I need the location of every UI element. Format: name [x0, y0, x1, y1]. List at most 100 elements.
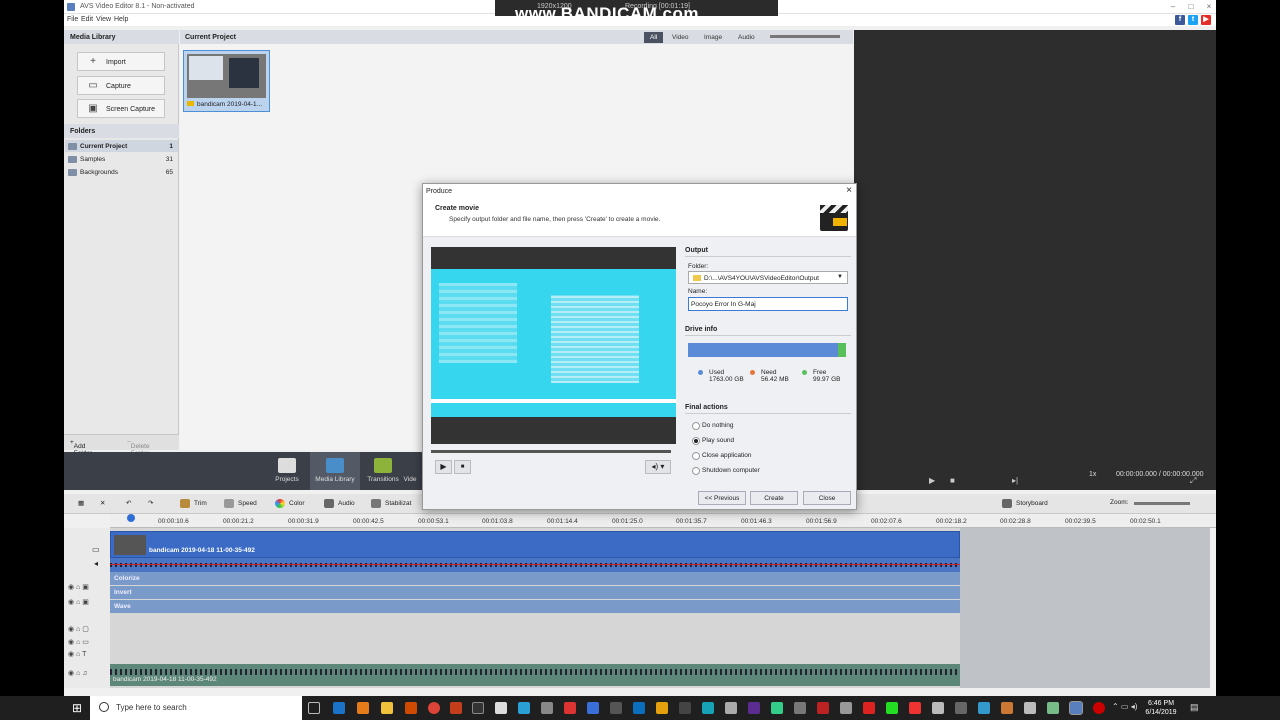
- windows-start-icon[interactable]: ⊞: [72, 701, 82, 715]
- app-icon[interactable]: [1024, 702, 1036, 714]
- app-icon[interactable]: [405, 702, 417, 714]
- app-icon[interactable]: [610, 702, 622, 714]
- effect-wave[interactable]: Wave: [110, 600, 960, 613]
- previous-button[interactable]: << Previous: [698, 491, 746, 505]
- trim-button[interactable]: Trim: [180, 499, 207, 508]
- notification-icon[interactable]: ▤: [1190, 702, 1199, 713]
- app-icon[interactable]: [587, 702, 599, 714]
- bandicam-icon[interactable]: [1093, 702, 1105, 714]
- media-library-button[interactable]: Media Library: [310, 452, 360, 490]
- app-icon[interactable]: [771, 702, 783, 714]
- audio-clip[interactable]: bandicam 2019-04-18 11-00-35-492: [110, 664, 960, 686]
- effect-invert[interactable]: Invert: [110, 586, 960, 599]
- speed-button[interactable]: Speed: [224, 499, 257, 508]
- close-button[interactable]: ×: [1204, 2, 1214, 12]
- app-icon[interactable]: [564, 702, 576, 714]
- menu-edit[interactable]: Edit: [81, 16, 93, 23]
- create-button[interactable]: Create: [750, 491, 798, 505]
- capture-button[interactable]: ▭ Capture: [77, 76, 165, 95]
- app-icon[interactable]: [817, 702, 829, 714]
- minimize-button[interactable]: –: [1168, 2, 1178, 12]
- app-icon[interactable]: [840, 702, 852, 714]
- filter-all[interactable]: All: [644, 32, 664, 43]
- maximize-button[interactable]: □: [1186, 2, 1196, 12]
- app-icon[interactable]: [1047, 702, 1059, 714]
- dialog-close-icon[interactable]: ×: [846, 185, 852, 196]
- delete-icon[interactable]: ✕: [100, 499, 105, 507]
- folder-backgrounds[interactable]: Backgrounds 65: [65, 166, 178, 178]
- video-clip[interactable]: bandicam 2019-04-18 11-00-35-492: [110, 531, 960, 558]
- app-icon[interactable]: [702, 702, 714, 714]
- media-thumbnail[interactable]: bandicam 2019-04-1...: [183, 50, 270, 112]
- avs-editor-icon[interactable]: [1069, 701, 1083, 715]
- radio-shutdown-computer[interactable]: Shutdown computer: [692, 467, 760, 475]
- preview-play-button[interactable]: ▶: [435, 460, 452, 474]
- file-name-input[interactable]: Pocoyo Error In G-Maj: [688, 297, 848, 311]
- app-icon[interactable]: [725, 702, 737, 714]
- preview-seekbar[interactable]: [431, 450, 671, 453]
- close-dialog-button[interactable]: Close: [803, 491, 851, 505]
- storyboard-button[interactable]: Storyboard: [1002, 499, 1048, 508]
- folder-samples[interactable]: Samples 31: [65, 153, 178, 165]
- menu-help[interactable]: Help: [114, 16, 128, 23]
- undo-icon[interactable]: ↶: [126, 499, 131, 507]
- audio-button[interactable]: Audio: [324, 499, 355, 508]
- stop-icon[interactable]: ■: [950, 476, 955, 485]
- app-icon[interactable]: [633, 702, 645, 714]
- radio-play-sound[interactable]: Play sound: [692, 437, 734, 445]
- edge-icon[interactable]: [333, 702, 345, 714]
- clip-audio-track[interactable]: [110, 558, 960, 572]
- grid-icon[interactable]: ▦: [78, 499, 84, 507]
- stabilization-button[interactable]: Stabilizat: [371, 499, 411, 508]
- app-icon[interactable]: [978, 702, 990, 714]
- task-view-icon[interactable]: [308, 702, 320, 714]
- tray-icons[interactable]: ⌃ ▭ ◂): [1112, 702, 1137, 711]
- app-icon[interactable]: [909, 702, 921, 714]
- app-icon[interactable]: [541, 702, 553, 714]
- output-folder-select[interactable]: D:\...\AVS4YOU\AVSVideoEditor\Output ▼: [688, 271, 848, 284]
- visibility-icon[interactable]: ◉ ⌂ ▢: [68, 625, 89, 633]
- filter-image[interactable]: Image: [698, 32, 728, 43]
- menu-file[interactable]: File: [67, 16, 78, 23]
- filter-video[interactable]: Video: [666, 32, 695, 43]
- menu-view[interactable]: View: [96, 16, 111, 23]
- app-icon[interactable]: [1001, 702, 1013, 714]
- app-icon[interactable]: [518, 702, 530, 714]
- app-icon[interactable]: [656, 702, 668, 714]
- overlay-track-icon[interactable]: ◉ ⌂ ▭: [68, 638, 89, 646]
- next-frame-icon[interactable]: ▸|: [1012, 476, 1018, 485]
- taskbar-clock[interactable]: 6:46 PM 6/14/2019: [1140, 699, 1182, 717]
- app-icon[interactable]: [794, 702, 806, 714]
- playback-speed[interactable]: 1x: [1089, 471, 1096, 478]
- visibility-icon[interactable]: ◉ ⌂ ▣: [68, 598, 89, 606]
- redo-icon[interactable]: ↷: [148, 499, 153, 507]
- import-button[interactable]: + Import: [77, 52, 165, 71]
- effect-colorize[interactable]: Colorize: [110, 572, 960, 585]
- speaker-icon[interactable]: ◂: [94, 559, 98, 568]
- thumbnail-size-slider[interactable]: [770, 35, 840, 38]
- explorer-icon[interactable]: [381, 702, 393, 714]
- add-folder-button[interactable]: + Add Folder: [70, 439, 92, 457]
- folder-current-project[interactable]: Current Project 1: [65, 140, 178, 152]
- music-track-icon[interactable]: ◉ ⌂ ♫: [68, 669, 87, 677]
- preview-stop-button[interactable]: ■: [454, 460, 471, 474]
- vlc-icon[interactable]: [357, 702, 369, 714]
- zoom-slider[interactable]: [1134, 502, 1190, 505]
- filter-audio[interactable]: Audio: [732, 32, 761, 43]
- app-icon[interactable]: [932, 702, 944, 714]
- taskbar-search[interactable]: Type here to search: [90, 696, 302, 720]
- timeline-ruler[interactable]: 00:00:10.6 00:00:21.2 00:00:31.9 00:00:4…: [110, 514, 1216, 528]
- projects-button[interactable]: Projects: [262, 452, 312, 490]
- app-icon[interactable]: [955, 702, 967, 714]
- chrome-icon[interactable]: [428, 702, 440, 714]
- play-icon[interactable]: ▶: [929, 476, 935, 485]
- app-icon[interactable]: [472, 702, 484, 714]
- radio-do-nothing[interactable]: Do nothing: [692, 422, 733, 430]
- volume-button[interactable]: ◂) ▾: [645, 460, 671, 474]
- text-track-icon[interactable]: ◉ ⌂ T: [68, 650, 86, 658]
- app-icon[interactable]: [679, 702, 691, 714]
- facebook-icon[interactable]: f: [1175, 15, 1185, 25]
- color-button[interactable]: Color: [275, 499, 305, 508]
- fullscreen-icon[interactable]: ⤢: [1190, 476, 1196, 486]
- playhead[interactable]: [127, 514, 135, 522]
